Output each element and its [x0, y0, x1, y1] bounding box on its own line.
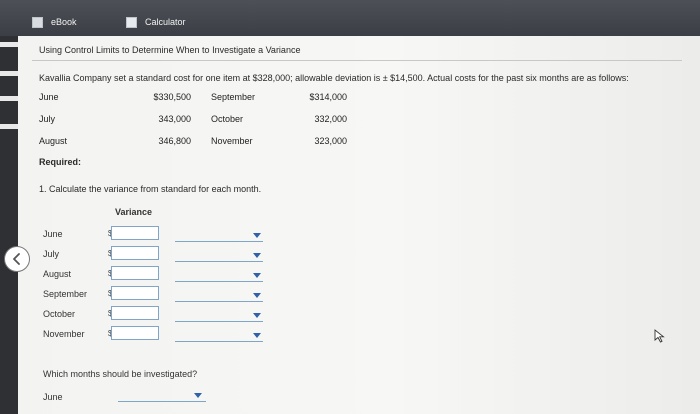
- question-1: 1. Calculate the variance from standard …: [39, 184, 262, 194]
- problem-intro: Kavallia Company set a standard cost for…: [39, 73, 629, 83]
- sidebar-marker[interactable]: [0, 71, 18, 76]
- variance-column-header: Variance: [115, 207, 153, 217]
- chevron-left-icon: [13, 253, 20, 265]
- tab-calculator[interactable]: Calculator: [126, 13, 186, 31]
- top-tab-bar: eBook Calculator: [0, 0, 700, 36]
- mouse-cursor-icon: [654, 329, 665, 343]
- variance-row: October $: [18, 306, 318, 324]
- sidebar-marker[interactable]: [0, 124, 18, 129]
- month-label: June: [39, 92, 59, 102]
- variance-amount-input[interactable]: [111, 266, 159, 280]
- cost-value: 343,000: [158, 114, 191, 124]
- cost-value: $314,000: [309, 92, 347, 102]
- dropdown-arrow-icon: [253, 273, 261, 278]
- table-row: August 346,800 November 323,000: [39, 136, 347, 158]
- variance-month-label: June: [43, 229, 63, 239]
- variance-month-label: July: [43, 249, 60, 259]
- problem-page: Using Control Limits to Determine When t…: [18, 36, 700, 414]
- question-2: Which months should be investigated?: [43, 369, 198, 379]
- variance-amount-input[interactable]: [111, 306, 159, 320]
- table-row: July 343,000 October 332,000: [39, 114, 347, 136]
- variance-month-label: August: [43, 269, 72, 279]
- variance-amount-input[interactable]: [111, 326, 159, 340]
- tab-ebook[interactable]: eBook: [32, 13, 77, 31]
- variance-row: July $: [18, 246, 318, 264]
- cost-value: 323,000: [314, 136, 347, 146]
- dropdown-arrow-icon: [253, 293, 261, 298]
- cost-value: 332,000: [314, 114, 347, 124]
- month-label: October: [211, 114, 244, 124]
- tab-calculator-label: Calculator: [145, 17, 186, 27]
- variance-type-select[interactable]: [175, 273, 263, 282]
- table-row: June $330,500 September $314,000: [39, 92, 347, 114]
- variance-type-select[interactable]: [175, 333, 263, 342]
- dropdown-arrow-icon: [253, 313, 261, 318]
- actual-costs-table: June $330,500 September $314,000 July 34…: [39, 92, 347, 158]
- back-button[interactable]: [4, 246, 30, 272]
- dropdown-arrow-icon: [253, 253, 261, 258]
- investigate-month-label: June: [43, 392, 63, 402]
- cost-value: 346,800: [158, 136, 191, 146]
- dropdown-arrow-icon: [253, 333, 261, 338]
- variance-month-label: November: [43, 329, 85, 339]
- investigate-select[interactable]: [118, 392, 206, 402]
- cost-value: $330,500: [153, 92, 191, 102]
- divider: [32, 60, 682, 61]
- sidebar-marker[interactable]: [0, 42, 18, 47]
- variance-month-label: September: [43, 289, 88, 299]
- dropdown-arrow-icon: [253, 233, 261, 238]
- variance-type-select[interactable]: [175, 253, 263, 262]
- required-heading: Required:: [39, 157, 82, 167]
- sidebar-marker[interactable]: [0, 96, 18, 101]
- month-label: August: [39, 136, 68, 146]
- variance-type-select[interactable]: [175, 293, 263, 302]
- dropdown-arrow-icon: [194, 393, 202, 398]
- variance-type-select[interactable]: [175, 233, 263, 242]
- calculator-icon: [126, 16, 137, 28]
- month-label: July: [39, 114, 56, 124]
- variance-row: June $: [18, 226, 318, 244]
- month-label: September: [211, 92, 256, 102]
- page-title: Using Control Limits to Determine When t…: [39, 45, 301, 55]
- variance-month-label: October: [43, 309, 76, 319]
- variance-row: September $: [18, 286, 318, 304]
- ebook-icon: [32, 16, 43, 28]
- month-label: November: [211, 136, 253, 146]
- variance-amount-input[interactable]: [111, 286, 159, 300]
- variance-amount-input[interactable]: [111, 246, 159, 260]
- tab-ebook-label: eBook: [51, 17, 77, 27]
- variance-type-select[interactable]: [175, 313, 263, 322]
- left-sidebar-strip: [0, 36, 18, 414]
- variance-row: August $: [18, 266, 318, 284]
- variance-amount-input[interactable]: [111, 226, 159, 240]
- variance-row: November $: [18, 326, 318, 344]
